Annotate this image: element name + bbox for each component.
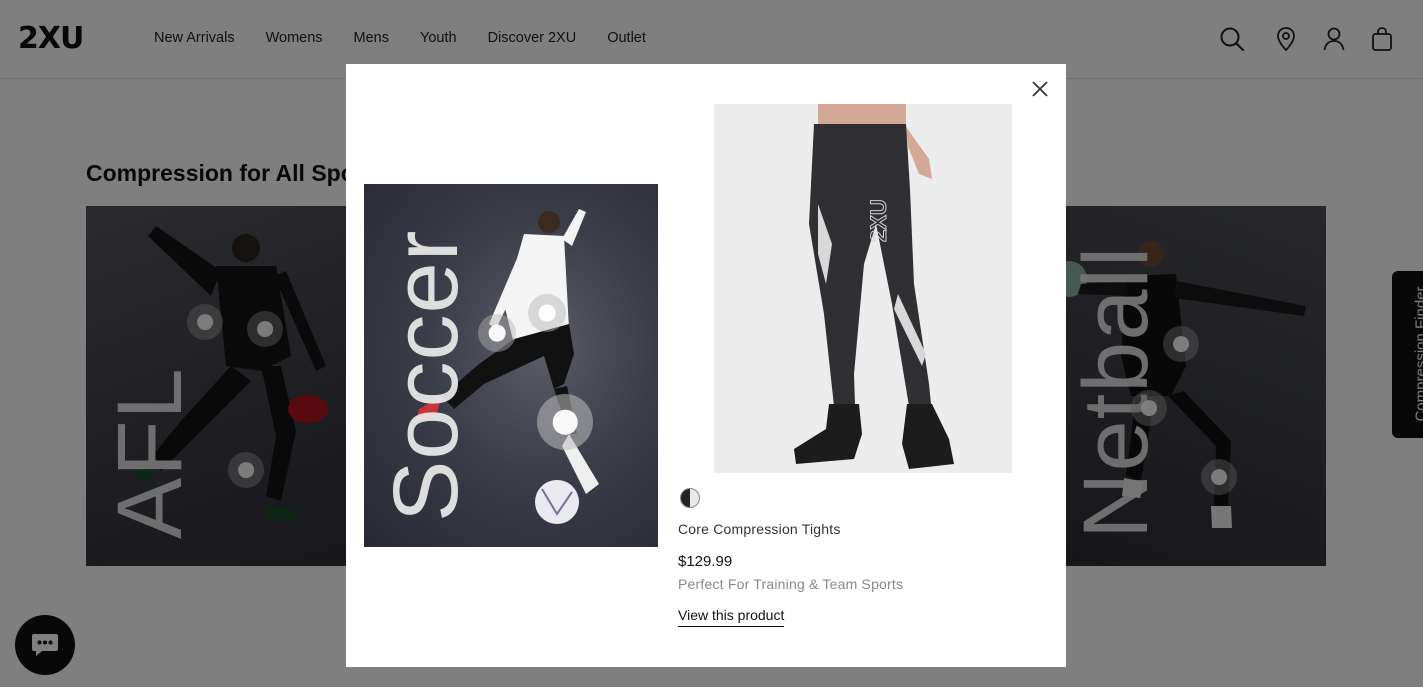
color-swatch-black-white[interactable] — [680, 488, 700, 508]
hotspot[interactable] — [528, 294, 566, 332]
product-tagline: Perfect For Training & Team Sports — [678, 576, 904, 592]
hotspot[interactable] — [478, 314, 516, 352]
sport-label-soccer: Soccer — [375, 229, 477, 522]
tights-illustration: 2XU — [794, 104, 954, 469]
close-icon[interactable] — [1030, 79, 1050, 99]
soccer-lifestyle-image: Soccer — [364, 184, 658, 547]
hotspot-active[interactable] — [537, 394, 593, 450]
product-image[interactable]: 2XU — [714, 104, 1012, 473]
view-product-link[interactable]: View this product — [678, 607, 785, 627]
product-name: Core Compression Tights — [678, 521, 841, 537]
product-quickview-modal: Soccer 2XU Core Compression Tights $129.… — [346, 64, 1066, 667]
tights-print: 2XU — [866, 199, 891, 242]
product-price: $129.99 — [678, 553, 733, 570]
